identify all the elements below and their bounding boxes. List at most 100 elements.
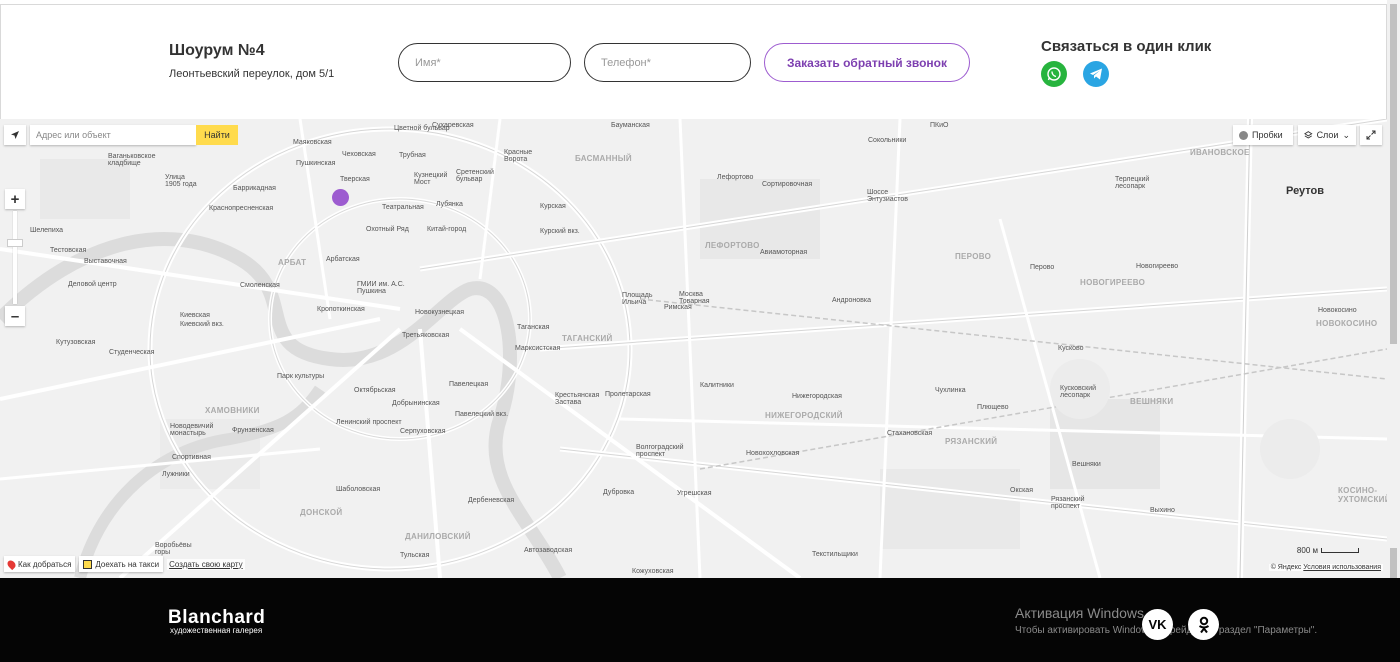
map-label: Нижегородская — [792, 393, 842, 400]
name-input[interactable]: Имя* — [398, 43, 571, 82]
map-label: Бауманская — [611, 122, 650, 129]
map-label: Театральная — [382, 204, 424, 211]
district-label: АРБАТ — [278, 258, 307, 267]
zoom-in-button[interactable]: + — [5, 189, 25, 209]
map-label: Площадь Ильича — [622, 292, 653, 306]
whatsapp-icon — [1047, 67, 1061, 81]
map-label: Авиамоторная — [760, 249, 808, 256]
showroom-title: Шоурум №4 — [169, 42, 265, 59]
phone-input[interactable]: Телефон* — [584, 43, 751, 82]
telegram-button[interactable] — [1083, 61, 1109, 87]
whatsapp-button[interactable] — [1041, 61, 1067, 87]
city-label: Реутов — [1286, 185, 1325, 197]
district-label: НОВОКОСИНО — [1316, 319, 1378, 328]
map-bottom-controls: Как добраться Доехать на такси Создать с… — [4, 556, 245, 572]
pin-icon — [5, 558, 18, 570]
map-label: Кропоткинская — [317, 306, 365, 313]
page-scrollbar[interactable] — [1387, 0, 1400, 578]
zoom-slider-track[interactable] — [13, 211, 17, 304]
map-label: Фрунзенская — [232, 427, 274, 434]
windows-activation-title: Активация Windows — [1015, 605, 1145, 621]
taxi-button[interactable]: Доехать на такси — [79, 556, 164, 572]
map-label: Лубянка — [436, 201, 463, 208]
map-label: Ленинский проспект — [336, 419, 402, 426]
map-label: Студенческая — [109, 349, 155, 356]
district-label: РЯЗАНСКИЙ — [945, 437, 998, 446]
map-label: Краснопресненская — [209, 205, 274, 212]
map-label: Кутузовская — [56, 339, 96, 346]
fullscreen-button[interactable] — [1360, 125, 1382, 145]
map-label: Добрынинская — [392, 400, 440, 407]
map-label: Волгоградский проспект — [636, 444, 684, 458]
map-label: Автозаводская — [524, 547, 573, 554]
district-label: КОСИНО-УХТОМСКИЙ — [1338, 486, 1387, 504]
map-label: Деловой центр — [68, 281, 117, 288]
map-label: Павелецкая — [449, 381, 489, 388]
yandex-map[interactable]: БАСМАННЫЙ ЛЕФОРТОВО ТАГАНСКИЙ ХАМОВНИКИ … — [0, 119, 1387, 578]
taxi-label: Доехать на такси — [95, 559, 160, 569]
map-label: Октябрьская — [354, 387, 396, 394]
map-label: Лефортово — [717, 174, 754, 181]
map-label: Терлецкий лесопарк — [1115, 176, 1150, 190]
map-label: Перово — [1030, 264, 1055, 271]
brand-tagline: художественная галерея — [170, 626, 263, 635]
map-label: Шаболовская — [336, 486, 381, 493]
map-label: Тверская — [340, 176, 370, 183]
district-label: НОВОГИРЕЕВО — [1080, 278, 1146, 287]
map-label: Римская — [664, 304, 692, 311]
district-label: ТАГАНСКИЙ — [562, 334, 613, 343]
map-search-button[interactable]: Найти — [196, 125, 238, 145]
map-label: Новогиреево — [1136, 263, 1179, 270]
vk-button[interactable]: VK — [1142, 609, 1173, 640]
map-label: Кусковский лесопарк — [1060, 385, 1097, 399]
locate-button[interactable] — [4, 125, 26, 145]
layers-label: Слои — [1316, 130, 1339, 140]
traffic-icon — [1239, 130, 1248, 140]
map-label: Новокузнецкая — [415, 309, 464, 316]
district-label: ПЕРОВО — [955, 252, 992, 261]
map-label: Курский вкз. — [540, 228, 580, 235]
copyright-text: © Яндекс — [1270, 564, 1302, 571]
taxi-icon — [83, 559, 93, 569]
layers-button[interactable]: Слои ⌄ — [1298, 125, 1356, 145]
district-label: БАСМАННЫЙ — [575, 154, 632, 163]
route-button[interactable]: Как добраться — [4, 556, 76, 572]
footer: Blanchard художественная галерея Активац… — [0, 578, 1400, 662]
map-label: Сретенский бульвар — [456, 169, 494, 183]
scrollbar-thumb-bottom[interactable] — [1390, 548, 1397, 578]
showroom-marker[interactable] — [332, 189, 349, 206]
map-label: Маяковская — [293, 139, 332, 146]
odnoklassniki-icon — [1198, 616, 1209, 633]
create-map-link[interactable]: Создать свою карту — [167, 558, 245, 570]
scale-label: 800 м — [1296, 546, 1318, 555]
map-label: Рязанский проспект — [1051, 496, 1085, 510]
map-label: Воробьёвы горы — [155, 542, 192, 556]
map-label: Чухлинка — [935, 387, 966, 394]
traffic-button[interactable]: Пробки — [1233, 125, 1293, 145]
zoom-out-button[interactable]: – — [5, 306, 25, 326]
map-label: Киевский вкз. — [180, 321, 224, 328]
map-label: Охотный Ряд — [366, 226, 409, 233]
map-label: Баррикадная — [233, 185, 276, 192]
map-label: Новохохловская — [746, 450, 800, 457]
district-label: ВЕШНЯКИ — [1130, 397, 1174, 406]
map-label: Плющево — [977, 404, 1009, 411]
district-label: ДАНИЛОВСКИЙ — [405, 532, 471, 541]
scrollbar-thumb[interactable] — [1390, 4, 1397, 344]
odnoklassniki-button[interactable] — [1188, 609, 1219, 640]
page: БАСМАННЫЙ ЛЕФОРТОВО ТАГАНСКИЙ ХАМОВНИКИ … — [0, 0, 1400, 662]
terms-link[interactable]: Условия использования — [1303, 564, 1381, 571]
callback-button[interactable]: Заказать обратный звонок — [764, 43, 970, 82]
showroom-contact-card: Шоурум №4 Леонтьевский переулок, дом 5/1… — [0, 4, 1387, 119]
map-label: Стахановская — [887, 430, 933, 437]
map-search-input[interactable]: Адрес или объект — [30, 125, 196, 145]
district-label: ИВАНОВСКОЕ — [1190, 148, 1250, 157]
map-label: Калитники — [700, 382, 734, 389]
map-label: Тульская — [400, 552, 430, 559]
map-label: Чеховская — [342, 151, 376, 158]
zoom-slider-handle[interactable] — [7, 239, 23, 247]
map-label: Угрешская — [677, 490, 712, 497]
map-label: Выставочная — [84, 258, 127, 265]
map-label: Улица 1905 года — [165, 174, 197, 188]
map-label: Лужники — [162, 471, 190, 478]
